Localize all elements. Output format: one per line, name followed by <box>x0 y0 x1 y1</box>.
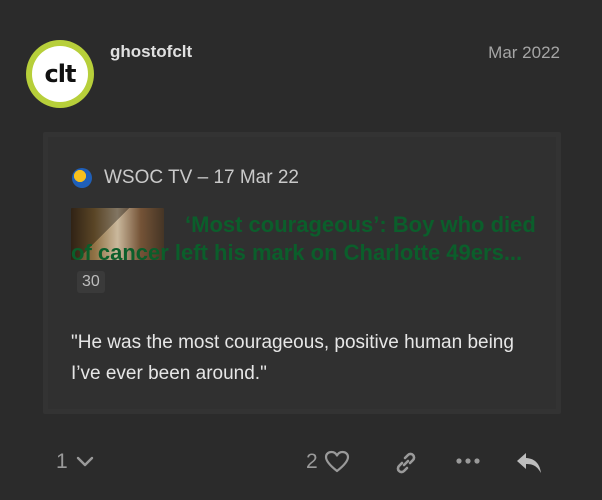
replies-button[interactable]: 1 <box>56 450 94 474</box>
post: clt ghostofclt Mar 2022 WSOC TV – 17 Mar… <box>0 0 602 500</box>
post-date[interactable]: Mar 2022 <box>488 43 560 63</box>
reply-icon[interactable] <box>515 450 543 476</box>
article-title[interactable]: ‘Most courageous’: Boy who died of cance… <box>71 212 536 265</box>
wsoc-logo-icon <box>72 168 92 188</box>
avatar-logo: clt <box>32 46 88 102</box>
click-count-badge: 30 <box>77 271 105 293</box>
chevron-down-icon <box>76 456 93 467</box>
more-icon[interactable] <box>456 456 480 466</box>
link-preview: WSOC TV – 17 Mar 22 ‘Most courageous’: B… <box>43 132 561 414</box>
heart-icon <box>324 450 349 473</box>
avatar[interactable]: clt <box>26 40 94 108</box>
like-button[interactable]: 2 <box>306 450 350 474</box>
likes-count: 2 <box>306 450 318 473</box>
username[interactable]: ghostofclt <box>110 42 192 62</box>
link-icon[interactable] <box>393 450 419 476</box>
post-actions: 1 2 <box>0 446 602 482</box>
onebox-source[interactable]: WSOC TV – 17 Mar 22 <box>72 167 299 189</box>
article-excerpt: "He was the most courageous, positive hu… <box>71 332 514 384</box>
replies-count: 1 <box>56 450 68 473</box>
article-title-link[interactable]: ‘Most courageous’: Boy who died of cance… <box>71 211 541 295</box>
source-label: WSOC TV – 17 Mar 22 <box>104 167 299 188</box>
